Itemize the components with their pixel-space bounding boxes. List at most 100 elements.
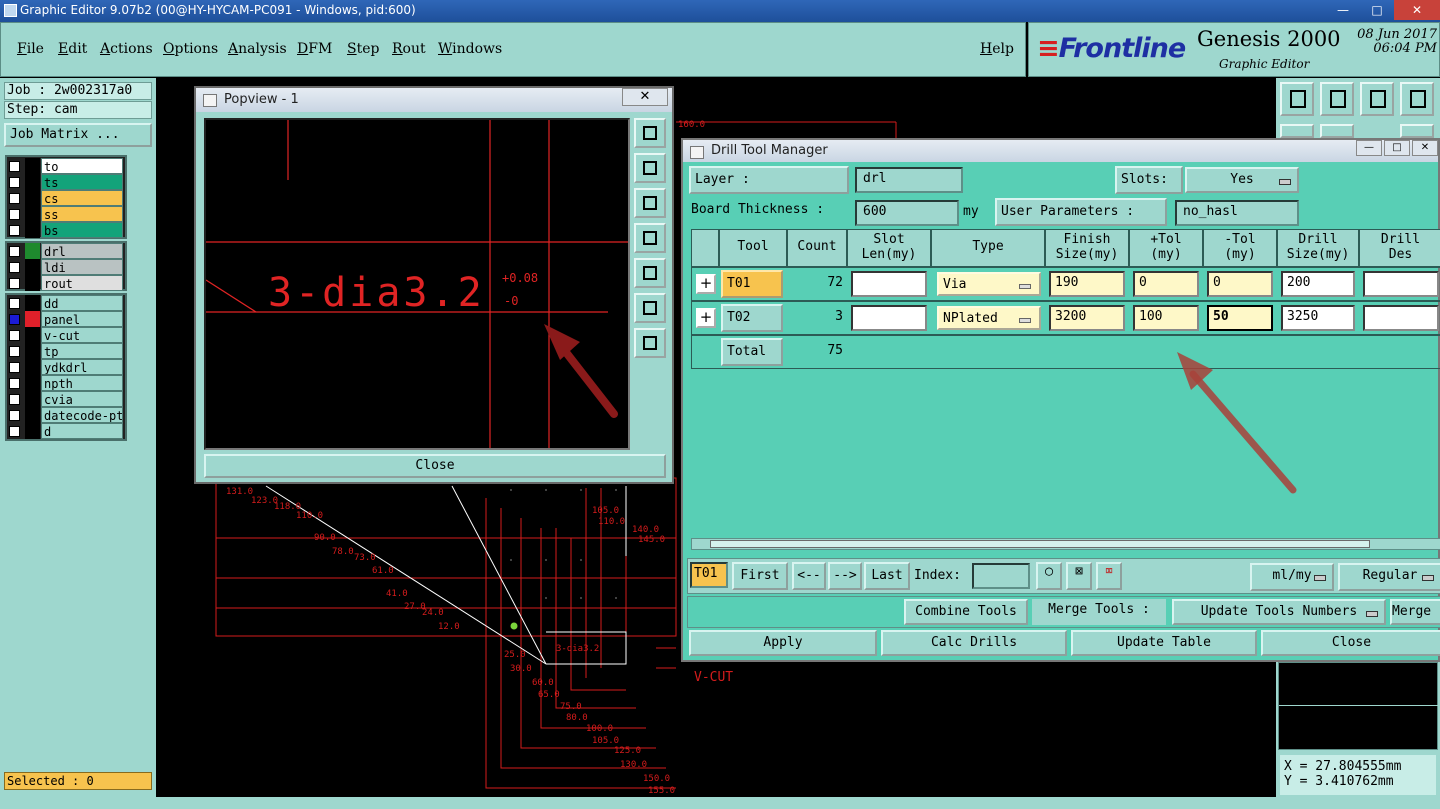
thickness-field[interactable]: 600 bbox=[855, 200, 959, 226]
plus-tol-input[interactable]: 0 bbox=[1133, 271, 1199, 297]
layer-name[interactable]: tp bbox=[41, 343, 123, 359]
pan-left-icon[interactable] bbox=[634, 223, 666, 253]
layer-checkbox[interactable] bbox=[9, 298, 20, 309]
tool-icon-b[interactable] bbox=[1320, 124, 1354, 138]
index-input[interactable] bbox=[972, 563, 1030, 589]
dtm-close-icon[interactable]: ✕ bbox=[1412, 140, 1438, 156]
layer-swatch[interactable] bbox=[25, 327, 40, 343]
filter-icon[interactable]: ⊠ bbox=[1066, 562, 1092, 590]
drill-des-input[interactable] bbox=[1363, 271, 1439, 297]
close-button[interactable]: Close bbox=[1261, 630, 1440, 656]
layer-checkbox[interactable] bbox=[9, 161, 20, 172]
type-dropdown[interactable]: NPlated bbox=[937, 306, 1041, 330]
layer-row-tp[interactable]: tp bbox=[5, 343, 125, 359]
layer-swatch[interactable] bbox=[25, 391, 40, 407]
layer-swatch[interactable] bbox=[25, 275, 40, 291]
tool-icon-a[interactable] bbox=[1280, 124, 1314, 138]
layer-name[interactable]: drl bbox=[41, 243, 123, 259]
minus-tol-input[interactable]: 0 bbox=[1207, 271, 1273, 297]
menu-rout[interactable]: Rout bbox=[392, 41, 426, 57]
layer-name[interactable]: ydkdrl bbox=[41, 359, 123, 375]
layer-name[interactable]: to bbox=[41, 158, 123, 174]
layer-name[interactable]: cs bbox=[41, 190, 123, 206]
layer-row-ss[interactable]: ss bbox=[5, 206, 125, 222]
layer-name[interactable]: v-cut bbox=[41, 327, 123, 343]
minus-tol-input[interactable]: 50 bbox=[1207, 305, 1273, 331]
layer-swatch[interactable] bbox=[25, 206, 40, 222]
zoom-in-icon[interactable] bbox=[634, 118, 666, 148]
last-button[interactable]: Last bbox=[864, 562, 910, 590]
finish-size-input[interactable]: 3200 bbox=[1049, 305, 1125, 331]
layer-row-ts[interactable]: ts bbox=[5, 174, 125, 190]
layer-up-icon[interactable] bbox=[1280, 82, 1314, 116]
update-table-button[interactable]: Update Table bbox=[1071, 630, 1257, 656]
layer-name[interactable]: ts bbox=[41, 174, 123, 190]
layer-down-icon[interactable] bbox=[1320, 82, 1354, 116]
tool-cell[interactable]: T01 bbox=[721, 270, 783, 298]
dtm-maximize-icon[interactable]: □ bbox=[1384, 140, 1410, 156]
calc-drills-button[interactable]: Calc Drills bbox=[881, 630, 1067, 656]
layer-swatch[interactable] bbox=[25, 259, 40, 275]
layer-checkbox[interactable] bbox=[9, 246, 20, 257]
layer-swatch[interactable] bbox=[25, 174, 40, 190]
layer-row-to[interactable]: to bbox=[5, 158, 125, 174]
layer-row-ydkdrl[interactable]: ydkdrl bbox=[5, 359, 125, 375]
home-icon[interactable] bbox=[1360, 82, 1394, 116]
center-icon[interactable] bbox=[634, 328, 666, 358]
layer-checkbox[interactable] bbox=[9, 209, 20, 220]
menu-options[interactable]: Options bbox=[163, 41, 218, 57]
layer-checkbox[interactable] bbox=[9, 330, 20, 341]
layer-name[interactable]: npth bbox=[41, 375, 123, 391]
scroll-thumb[interactable] bbox=[710, 540, 1370, 548]
job-matrix-button[interactable]: Job Matrix ... bbox=[4, 123, 152, 147]
layer-swatch[interactable] bbox=[25, 311, 40, 327]
layer-row-panel[interactable]: panel bbox=[5, 311, 125, 327]
drill-des-input[interactable] bbox=[1363, 305, 1439, 331]
plus-tol-input[interactable]: 100 bbox=[1133, 305, 1199, 331]
layer-name[interactable]: datecode-pto bbox=[41, 407, 123, 423]
clear-icon[interactable]: ⌧ bbox=[1096, 562, 1122, 590]
layer-checkbox[interactable] bbox=[9, 346, 20, 357]
layer-row-d[interactable]: d bbox=[5, 423, 125, 439]
finish-size-input[interactable]: 190 bbox=[1049, 271, 1125, 297]
combine-tools-button[interactable]: Combine Tools bbox=[904, 599, 1028, 625]
layer-swatch[interactable] bbox=[25, 375, 40, 391]
layer-checkbox[interactable] bbox=[9, 362, 20, 373]
apply-button[interactable]: Apply bbox=[689, 630, 877, 656]
pan-up-icon[interactable] bbox=[634, 153, 666, 183]
layer-field[interactable]: drl bbox=[855, 167, 963, 193]
layer-swatch[interactable] bbox=[25, 359, 40, 375]
layer-row-drl[interactable]: drl bbox=[5, 243, 125, 259]
layer-swatch[interactable] bbox=[25, 222, 40, 238]
layer-row-cs[interactable]: cs bbox=[5, 190, 125, 206]
table-hscrollbar[interactable] bbox=[691, 538, 1440, 550]
menu-step[interactable]: Step bbox=[347, 41, 379, 57]
layer-name[interactable]: ss bbox=[41, 206, 123, 222]
layer-row-v-cut[interactable]: v-cut bbox=[5, 327, 125, 343]
close-icon[interactable]: ✕ bbox=[1394, 0, 1440, 20]
layer-swatch[interactable] bbox=[25, 190, 40, 206]
first-button[interactable]: First bbox=[732, 562, 788, 590]
drill-size-input[interactable]: 200 bbox=[1281, 271, 1355, 297]
layer-row-datecode-pto[interactable]: datecode-pto bbox=[5, 407, 125, 423]
layer-checkbox[interactable] bbox=[9, 314, 20, 325]
menu-analysis[interactable]: Analysis bbox=[228, 41, 287, 57]
slot-len-input[interactable] bbox=[851, 271, 927, 297]
layer-name[interactable]: ldi bbox=[41, 259, 123, 275]
highlight-icon[interactable]: ◯ bbox=[1036, 562, 1062, 590]
tool-cell[interactable]: T02 bbox=[721, 304, 783, 332]
merge-button[interactable]: Merge bbox=[1390, 599, 1440, 625]
layer-name[interactable]: cvia bbox=[41, 391, 123, 407]
menu-edit[interactable]: Edit bbox=[58, 41, 87, 57]
popview-close-button[interactable]: Close bbox=[204, 454, 666, 478]
layer-row-dd[interactable]: dd bbox=[5, 295, 125, 311]
drill-size-input[interactable]: 3250 bbox=[1281, 305, 1355, 331]
type-dropdown[interactable]: Via bbox=[937, 272, 1041, 296]
popview-screen[interactable]: 3-dia3.2 +0.08 -0 bbox=[204, 118, 630, 450]
pan-right-icon[interactable] bbox=[634, 258, 666, 288]
layer-row-npth[interactable]: npth bbox=[5, 375, 125, 391]
mode-dropdown[interactable]: Regular bbox=[1338, 563, 1440, 591]
tool-icon-c[interactable] bbox=[1400, 124, 1434, 138]
menu-dfm[interactable]: DFM bbox=[297, 41, 332, 57]
dtm-minimize-icon[interactable]: — bbox=[1356, 140, 1382, 156]
